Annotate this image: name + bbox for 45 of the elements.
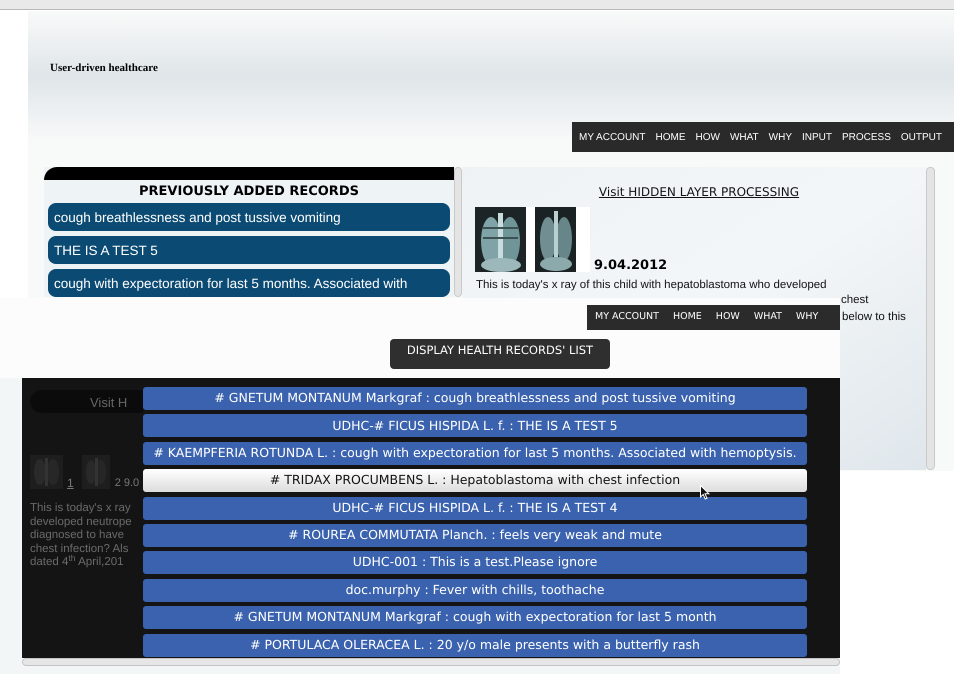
faded-text: chest infection? Als	[30, 542, 130, 554]
scrollbar[interactable]	[22, 658, 840, 666]
nav-link[interactable]: WHAT	[730, 130, 759, 144]
nav-link[interactable]: WHY	[796, 310, 818, 325]
record-button[interactable]: # ROUREA COMMUTATA Planch. : feels very weak and mute	[143, 524, 807, 547]
post-text: chest	[841, 293, 868, 308]
nav-link[interactable]: WHY	[768, 130, 792, 144]
nav-link[interactable]: WHAT	[754, 310, 782, 325]
nav-link[interactable]: MY ACCOUNT	[579, 130, 646, 144]
nav-link[interactable]: OUTPUT	[900, 130, 942, 144]
nav-link[interactable]: HOME	[656, 130, 686, 144]
record-button[interactable]: # KAEMPFERIA ROTUNDA L. : cough with expectoration for last 5 months. Associated with hemoptysis.	[143, 442, 807, 465]
nav-link[interactable]: PROCESS	[842, 130, 891, 144]
faded-text: dated 4$^{th}$ April,201	[30, 556, 125, 570]
record-button[interactable]: # GNETUM MONTANUM Markgraf : cough with expectoration for last 5 month	[143, 606, 807, 630]
record-button[interactable]: # GNETUM MONTANUM Markgraf : cough breathlessness and post tussive vomiting	[143, 387, 807, 410]
record-button[interactable]: UDHC-# FICUS HISPIDA L. f. : THE IS A TEST 5	[143, 414, 807, 438]
panel-heading: PREVIOUSLY ADDED RECORDS	[138, 182, 360, 200]
display-records-button[interactable]: DISPLAY HEALTH RECORDS' LIST	[390, 339, 610, 369]
faded-text: diagnosed to have	[30, 529, 125, 542]
record-item[interactable]: cough breathlessness and post tussive vomiting	[48, 203, 450, 231]
nav-link[interactable]: MY ACCOUNT	[595, 310, 659, 325]
nav-link[interactable]: INPUT	[802, 130, 832, 144]
record-button[interactable]: UDHC-# FICUS HISPIDA L. f. : THE IS A TEST 4	[143, 496, 807, 520]
scrollbar[interactable]	[454, 167, 462, 297]
cursor-icon	[700, 485, 710, 500]
post-text: This is today's x ray of this child with hepatoblastoma who developed	[476, 278, 827, 293]
site-title: User-driven healthcare	[50, 62, 158, 74]
nav-link[interactable]: HOW	[696, 130, 720, 144]
faded-text: This is today's x ray	[30, 502, 132, 516]
scrollbar[interactable]	[926, 167, 935, 470]
link[interactable]: Visit HIDDEN LAYER PROCESSING	[598, 183, 800, 201]
record-button[interactable]: doc.murphy : Fever with chills, toothache	[143, 578, 807, 602]
record-button[interactable]: UDHC-001 : This is a test.Please ignore	[143, 551, 807, 574]
image-label: 1	[67, 477, 74, 489]
nav-link[interactable]: HOME	[672, 310, 702, 325]
faded-text: developed neutrope	[30, 516, 132, 529]
record-item[interactable]: THE IS A TEST 5	[48, 236, 450, 264]
post-date: 9.04.2012	[594, 259, 668, 272]
record-item[interactable]: cough with expectoration for last 5 months. Associated with	[48, 269, 450, 297]
record-button[interactable]: # PORTULACA OLERACEA L. : 20 y/o male presents with a butterfly rash	[143, 634, 807, 657]
image-label: 2 9.0	[114, 478, 140, 489]
nav-link[interactable]: HOW	[716, 310, 740, 325]
record-button[interactable]: # TRIDAX PROCUMBENS L. : Hepatoblastoma with chest infection	[143, 469, 807, 492]
post-text: below to this	[842, 310, 906, 325]
